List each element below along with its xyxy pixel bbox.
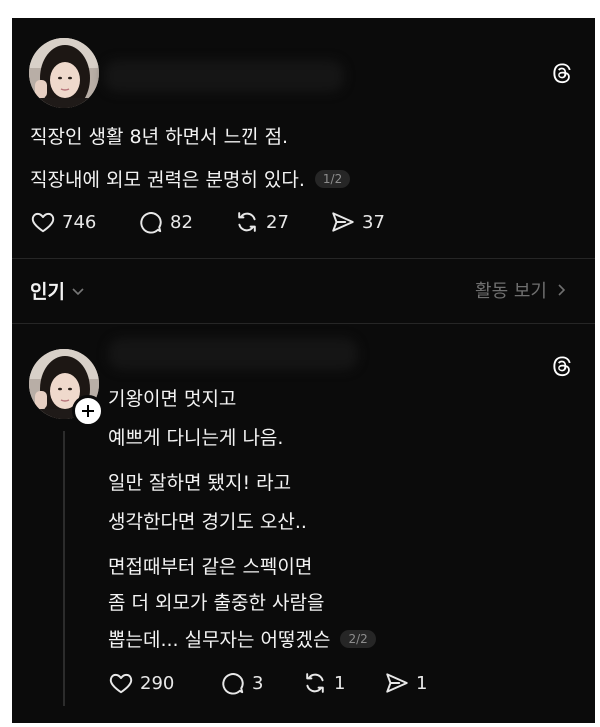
heart-icon: [108, 670, 134, 696]
reply-like-count: 290: [140, 672, 175, 694]
threads-logo-icon-reply[interactable]: [551, 354, 573, 378]
sort-dropdown[interactable]: 인기: [30, 277, 86, 304]
repost-count: 27: [266, 211, 289, 233]
reply-repost-button[interactable]: 1: [302, 670, 345, 696]
redacted-reply-username: [108, 338, 358, 370]
reply-pager: 2/2: [340, 630, 376, 648]
threads-frame: 직장인 생활 8년 하면서 느낀 점. 직장내에 외모 권력은 분명히 있다. 1…: [12, 18, 595, 723]
author-avatar[interactable]: [29, 38, 99, 108]
repost-icon: [234, 209, 260, 235]
share-button[interactable]: 37: [330, 209, 385, 235]
reply-p3-line2: 좀 더 외모가 출중한 사람을: [108, 592, 325, 614]
view-activity-link[interactable]: 활동 보기: [475, 277, 569, 303]
share-count: 37: [362, 211, 385, 233]
thread-line: [63, 431, 65, 706]
reply-p3-line3-wrap: 뽑는데... 실무자는 어떻겠슨 2/2: [108, 625, 376, 652]
comment-count: 82: [170, 211, 193, 233]
reply-share-button[interactable]: 1: [384, 670, 427, 696]
like-count: 746: [62, 211, 97, 233]
reply-p2-line2: 생각한다면 경기도 오산..: [108, 511, 307, 533]
view-activity-label: 활동 보기: [475, 281, 547, 302]
reply-repost-count: 1: [334, 672, 346, 694]
post-line-2-text: 직장내에 외모 권력은 분명히 있다.: [30, 169, 305, 191]
send-icon: [384, 670, 410, 696]
reply-p1-line1: 기왕이면 멋지고: [108, 388, 237, 410]
reply-p1-line2: 예쁘게 다니는게 나음.: [108, 427, 284, 449]
post-pager: 1/2: [314, 170, 351, 188]
reply-p3-line1: 면접때부터 같은 스펙이면: [108, 556, 313, 578]
repost-icon: [302, 670, 328, 696]
heart-icon: [30, 209, 56, 235]
chevron-right-icon: [558, 284, 566, 296]
divider-bottom: [12, 323, 595, 324]
sort-label: 인기: [30, 281, 65, 303]
reply-share-count: 1: [416, 672, 428, 694]
follow-button[interactable]: [72, 395, 104, 427]
reply-p3-line3: 뽑는데... 실무자는 어떻겠슨: [108, 629, 331, 651]
comment-bubble-icon: [138, 209, 164, 235]
send-icon: [330, 209, 356, 235]
redacted-username: [104, 60, 344, 92]
post-line-2: 직장내에 외모 권력은 분명히 있다. 1/2: [30, 165, 351, 192]
comment-button[interactable]: 82: [138, 209, 193, 235]
reply-comment-button[interactable]: 3: [220, 670, 263, 696]
post-line-1: 직장인 생활 8년 하면서 느낀 점.: [30, 126, 289, 148]
threads-logo-icon[interactable]: [551, 61, 573, 85]
plus-icon: [82, 405, 94, 417]
chevron-down-icon: [72, 287, 84, 295]
divider-top: [12, 258, 595, 259]
comment-bubble-icon: [220, 670, 246, 696]
reply-comment-count: 3: [252, 672, 264, 694]
reply-p2-line1: 일만 잘하면 됐지! 라고: [108, 472, 292, 494]
like-button[interactable]: 746: [30, 209, 96, 235]
repost-button[interactable]: 27: [234, 209, 289, 235]
reply-like-button[interactable]: 290: [108, 670, 174, 696]
